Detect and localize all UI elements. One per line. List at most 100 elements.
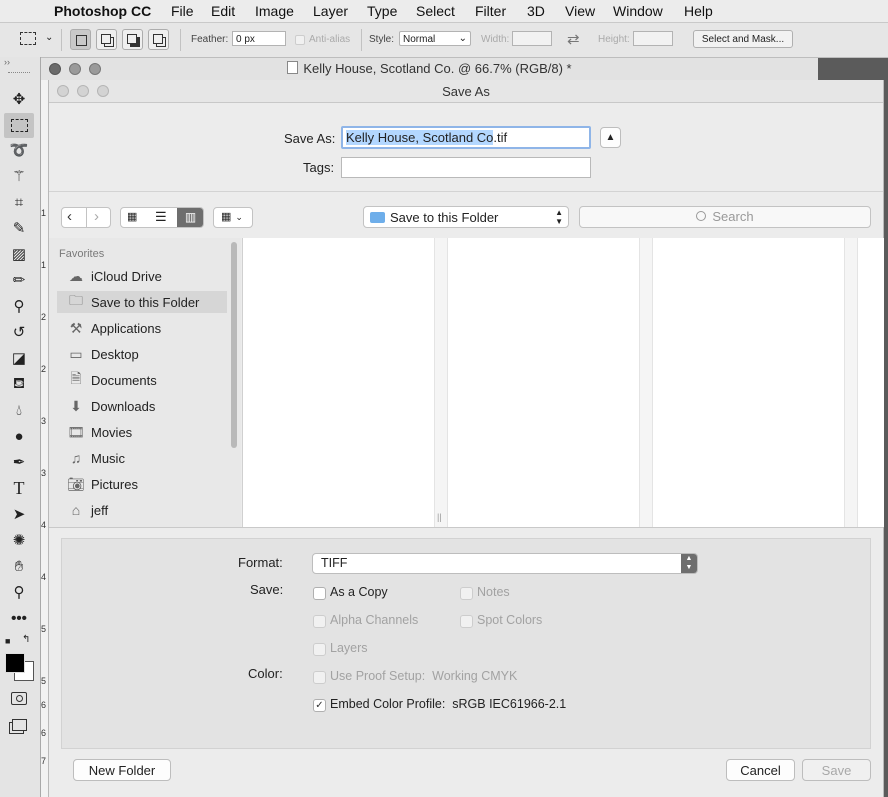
pictures-icon: 📷︎ xyxy=(67,475,85,492)
save-options-panel: Format: TIFF ▲ ▼ Save: As a Copy Notes Al… xyxy=(61,538,871,749)
eyedropper-tool-icon[interactable]: ✎ xyxy=(8,217,30,239)
music-icon: ♫ xyxy=(70,450,82,466)
intersect-selection-icon[interactable] xyxy=(148,29,169,50)
menu-view[interactable]: View xyxy=(565,3,595,19)
path-selection-tool-icon[interactable]: ➤ xyxy=(8,503,30,525)
back-icon[interactable]: ‹ xyxy=(67,208,72,225)
menu-window[interactable]: Window xyxy=(613,3,663,19)
zoom-tool-icon[interactable]: ⚲ xyxy=(8,581,30,603)
screen-mode-icon[interactable] xyxy=(8,714,30,736)
feather-label: Feather: xyxy=(191,34,229,45)
menu-type[interactable]: Type xyxy=(367,3,397,19)
eraser-tool-icon[interactable]: ◪ xyxy=(8,347,30,369)
notes-checkbox[interactable] xyxy=(460,587,473,600)
style-select[interactable]: Normal ⌄ xyxy=(399,31,471,46)
quick-mask-icon[interactable] xyxy=(8,687,30,709)
sidebar-item-label: Music xyxy=(91,450,125,466)
clone-stamp-tool-icon[interactable]: ⚲ xyxy=(8,295,30,317)
alpha-channels-checkbox[interactable] xyxy=(313,615,326,628)
menu-select[interactable]: Select xyxy=(416,3,455,19)
menu-filter[interactable]: Filter xyxy=(475,3,506,19)
default-colors-icon[interactable]: ■ xyxy=(5,636,10,646)
type-tool-icon[interactable]: T xyxy=(8,477,30,499)
sidebar-item-pictures[interactable]: 📷︎ Pictures xyxy=(57,473,227,495)
swap-icon[interactable]: ⇄ xyxy=(567,30,580,48)
width-input[interactable] xyxy=(512,31,552,46)
height-input[interactable] xyxy=(633,31,673,46)
swap-colors-icon[interactable]: ↰ xyxy=(22,634,30,645)
sidebar-item-label: Pictures xyxy=(91,476,138,492)
use-proof-setup-checkbox[interactable] xyxy=(313,671,326,684)
sidebar-scrollbar[interactable] xyxy=(231,242,237,448)
menu-layer[interactable]: Layer xyxy=(313,3,348,19)
new-selection-icon[interactable] xyxy=(70,29,91,50)
sidebar-item-jeff[interactable]: ⌂ jeff xyxy=(57,499,227,521)
search-field[interactable]: Search xyxy=(579,206,871,228)
menu-file[interactable]: File xyxy=(171,3,194,19)
folder-icon: 🗀 xyxy=(69,292,83,308)
sidebar-item-downloads[interactable]: ⬇ Downloads xyxy=(57,395,227,417)
filename-input[interactable]: Kelly House, Scotland Co.tif xyxy=(341,126,591,149)
healing-brush-tool-icon[interactable]: ▨ xyxy=(8,243,30,265)
blur-tool-icon[interactable]: 💧︎ xyxy=(8,399,30,421)
move-tool-icon[interactable]: ✥ xyxy=(8,88,30,110)
menu-3d[interactable]: 3D xyxy=(527,3,545,19)
menu-help[interactable]: Help xyxy=(684,3,713,19)
spot-colors-label: Spot Colors xyxy=(477,613,543,627)
menu-edit[interactable]: Edit xyxy=(211,3,235,19)
save-button[interactable]: Save xyxy=(802,759,871,781)
panel-collapse-icon[interactable]: ›› xyxy=(4,57,10,67)
pen-tool-icon[interactable]: ✒ xyxy=(8,451,30,473)
hand-tool-icon[interactable]: ✋︎ xyxy=(8,555,30,577)
forward-icon[interactable]: › xyxy=(94,208,99,225)
subtract-from-selection-icon[interactable] xyxy=(122,29,143,50)
spot-colors-checkbox[interactable] xyxy=(460,615,473,628)
history-brush-tool-icon[interactable]: ↺ xyxy=(8,321,30,343)
location-select[interactable]: Save to this Folder ▲ ▼ xyxy=(363,206,569,228)
lasso-tool-icon[interactable]: ➰ xyxy=(8,139,30,161)
sidebar-item-documents[interactable]: 🗎 Documents xyxy=(57,369,227,391)
new-folder-button[interactable]: New Folder xyxy=(73,759,171,781)
sidebar-item-movies[interactable]: 🎞︎ Movies xyxy=(57,421,227,443)
foreground-color-swatch[interactable] xyxy=(5,653,25,673)
collapse-dialog-button[interactable]: ▲ xyxy=(600,127,621,148)
sidebar-item-save-to-this-folder[interactable]: 🗀 Save to this Folder xyxy=(57,291,227,313)
custom-shape-tool-icon[interactable]: ✺ xyxy=(8,529,30,551)
as-a-copy-checkbox[interactable] xyxy=(313,587,326,600)
more-tools-icon[interactable]: ••• xyxy=(8,607,30,629)
chevron-down-icon[interactable]: ⌄ xyxy=(45,32,53,43)
column-resize-handle[interactable]: || xyxy=(437,512,442,522)
ruler-number: 5 xyxy=(41,676,47,686)
layers-checkbox[interactable] xyxy=(313,643,326,656)
browser-column[interactable] xyxy=(243,238,435,527)
filename-selected-text: Kelly House, Scotland Co xyxy=(346,130,494,145)
magic-wand-tool-icon[interactable]: ⚚ xyxy=(8,165,30,187)
browser-column[interactable] xyxy=(448,238,640,527)
marquee-tool-icon[interactable] xyxy=(4,113,34,138)
arrange-button[interactable]: ▦ ⌄ xyxy=(213,207,253,228)
embed-color-profile-checkbox[interactable]: ✓ xyxy=(313,699,326,712)
antialias-checkbox[interactable] xyxy=(295,35,305,45)
list-view-icon[interactable]: ☰ xyxy=(155,209,167,225)
column-view-icon[interactable]: ▥ xyxy=(177,208,203,227)
format-select[interactable]: TIFF ▲ ▼ xyxy=(312,553,698,574)
add-to-selection-icon[interactable] xyxy=(96,29,117,50)
browser-column[interactable] xyxy=(653,238,845,527)
menu-app-name[interactable]: Photoshop CC xyxy=(54,3,151,19)
cancel-button[interactable]: Cancel xyxy=(726,759,795,781)
sidebar-item-applications[interactable]: ⚒ Applications xyxy=(57,317,227,339)
marquee-preset-icon[interactable] xyxy=(20,32,36,45)
menu-image[interactable]: Image xyxy=(255,3,294,19)
brush-tool-icon[interactable]: ✏ xyxy=(8,269,30,291)
applications-icon: ⚒ xyxy=(69,319,83,336)
dodge-tool-icon[interactable]: ● xyxy=(8,425,30,447)
tags-input[interactable] xyxy=(341,157,591,178)
paint-bucket-tool-icon[interactable]: ⛾ xyxy=(8,373,30,395)
sidebar-item-music[interactable]: ♫ Music xyxy=(57,447,227,469)
icon-view-icon[interactable]: ▦ xyxy=(127,210,137,223)
sidebar-item-icloud-drive[interactable]: ☁ iCloud Drive xyxy=(57,265,227,287)
crop-tool-icon[interactable]: ⌗ xyxy=(8,191,30,213)
feather-input[interactable]: 0 px xyxy=(232,31,286,46)
sidebar-item-desktop[interactable]: ▭ Desktop xyxy=(57,343,227,365)
select-and-mask-button[interactable]: Select and Mask... xyxy=(693,30,793,48)
